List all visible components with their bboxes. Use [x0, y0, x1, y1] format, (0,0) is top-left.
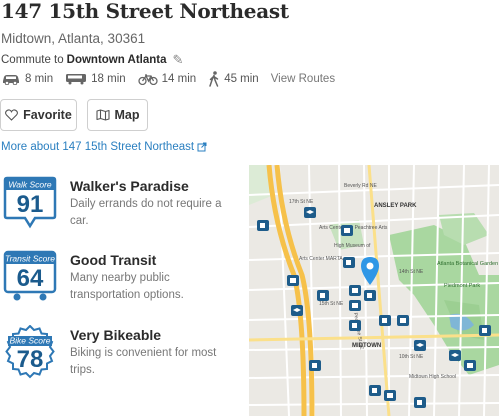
- poi-coffee-icon-4[interactable]: [379, 315, 391, 326]
- commute-modes: 8 min 18 min 14 min 45 min View Routes: [1, 71, 335, 87]
- transit-score-value: 64: [17, 265, 44, 292]
- poi-graduation-icon-3[interactable]: [414, 340, 426, 351]
- bike-score-description: Biking is convenient for most trips.: [70, 347, 217, 376]
- heart-icon: [5, 109, 19, 121]
- mode-bus[interactable]: 18 min: [65, 73, 126, 85]
- walk-icon: [209, 71, 219, 87]
- mode-car-time: 8 min: [25, 73, 54, 85]
- transit-score-row: Transit Score 64 Good Transit Many nearb…: [3, 250, 243, 310]
- poi-shopping-icon-4[interactable]: [397, 315, 409, 326]
- poi-shopping-icon-6[interactable]: [287, 275, 299, 286]
- map-label-15th: 15th St NE: [319, 301, 344, 307]
- map-label-high: High Museum of: [334, 243, 371, 249]
- map-button[interactable]: Map: [87, 99, 148, 131]
- map-label-14th: 14th St NE: [399, 269, 424, 275]
- poi-coffee-icon-6[interactable]: [309, 360, 321, 371]
- map-label-midtown-high: Midtown High School: [409, 374, 456, 380]
- poi-shopping-icon[interactable]: [341, 225, 353, 236]
- walk-score-description: Daily errands do not require a car.: [70, 198, 222, 227]
- map-label-ansley: ANSLEY PARK: [374, 203, 417, 209]
- walk-score-value: 91: [17, 191, 44, 218]
- bike-score-title: Very Bikeable: [70, 327, 162, 343]
- walk-score-title: Walker's Paradise: [70, 178, 189, 194]
- bike-score-badge[interactable]: Bike Score 78: [3, 325, 57, 379]
- transit-score-badge-label: Transit Score: [5, 254, 55, 264]
- more-about-link[interactable]: More about 147 15th Street Northeast: [1, 141, 207, 153]
- bike-score-row: Bike Score 78 Very Bikeable Biking is co…: [3, 325, 243, 385]
- commute-destination[interactable]: Downtown Atlanta: [67, 54, 167, 66]
- walk-score-row: Walk Score 91 Walker's Paradise Daily er…: [3, 176, 243, 236]
- map-label: Map: [114, 108, 140, 122]
- poi-shopping-icon-3[interactable]: [349, 300, 361, 311]
- view-routes-link[interactable]: View Routes: [271, 73, 335, 85]
- map-label-botanical: Atlanta Botanical Garden: [437, 261, 498, 267]
- commute-prefix: Commute to: [1, 54, 64, 66]
- mode-walk[interactable]: 45 min: [208, 71, 259, 87]
- walk-score-badge-label: Walk Score: [8, 180, 52, 190]
- mode-walk-time: 45 min: [224, 73, 259, 85]
- map-label-beverly: Beverly Rd NE: [344, 183, 377, 189]
- map-label-midtown: MIDTOWN: [352, 343, 381, 349]
- map-label-piedmont: Piedmont Park: [444, 283, 480, 289]
- poi-graduation-icon-2[interactable]: [291, 305, 303, 316]
- mode-bike[interactable]: 14 min: [138, 73, 197, 85]
- favorite-button[interactable]: Favorite: [0, 99, 77, 131]
- poi-coffee-icon-7[interactable]: [257, 220, 269, 231]
- poi-shopping-icon-2[interactable]: [349, 285, 361, 296]
- mode-car[interactable]: 8 min: [1, 73, 53, 85]
- transit-score-badge[interactable]: Transit Score 64: [3, 250, 57, 304]
- map-label-arts: Arts Center For Peachtree Arts: [319, 225, 388, 231]
- favorite-label: Favorite: [23, 108, 72, 122]
- neighborhood-map[interactable]: Beverly Rd NE ANSLEY PARK Arts Center Fo…: [249, 165, 499, 416]
- mode-bus-time: 18 min: [91, 73, 126, 85]
- bus-icon: [66, 74, 87, 85]
- poi-coffee-icon[interactable]: [343, 257, 355, 268]
- page-title: 147 15th Street Northeast: [1, 0, 289, 23]
- poi-coffee-icon-5[interactable]: [349, 320, 361, 331]
- poi-coffee-icon-8[interactable]: [369, 385, 381, 396]
- pencil-icon[interactable]: ✎: [173, 52, 184, 68]
- car-icon: [3, 75, 19, 85]
- walk-score-badge[interactable]: Walk Score 91: [3, 176, 57, 230]
- poi-graduation-icon-4[interactable]: [449, 350, 461, 361]
- map-canvas[interactable]: Beverly Rd NE ANSLEY PARK Arts Center Fo…: [249, 165, 499, 416]
- transit-score-description: Many nearby public transportation option…: [70, 272, 184, 301]
- map-label-arts-center: Arts Center MARTA: [299, 256, 343, 262]
- poi-shopping-icon-7[interactable]: [384, 390, 396, 401]
- poi-coffee-icon-3[interactable]: [364, 290, 376, 301]
- more-about-label: More about 147 15th Street Northeast: [1, 141, 195, 153]
- map-label-17th: 17th St NE: [289, 199, 314, 205]
- poi-graduation-icon[interactable]: [304, 207, 316, 218]
- transit-score-title: Good Transit: [70, 252, 157, 268]
- commute-line: Commute to Downtown Atlanta ✎: [1, 52, 183, 68]
- poi-coffee-icon-9[interactable]: [479, 325, 491, 336]
- map-label-10th: 10th St NE: [399, 354, 424, 360]
- bike-score-badge-label: Bike Score: [9, 336, 50, 346]
- external-link-icon: [197, 142, 207, 152]
- map-icon: [95, 109, 110, 121]
- bike-icon: [138, 74, 158, 85]
- poi-coffee-icon-2[interactable]: [317, 290, 329, 301]
- poi-shopping-icon-5[interactable]: [464, 360, 476, 371]
- neighborhood-address: Midtown, Atlanta, 30361: [1, 31, 146, 46]
- bike-score-value: 78: [17, 346, 44, 373]
- poi-coffee-icon-10[interactable]: [414, 397, 426, 408]
- mode-bike-time: 14 min: [161, 73, 197, 85]
